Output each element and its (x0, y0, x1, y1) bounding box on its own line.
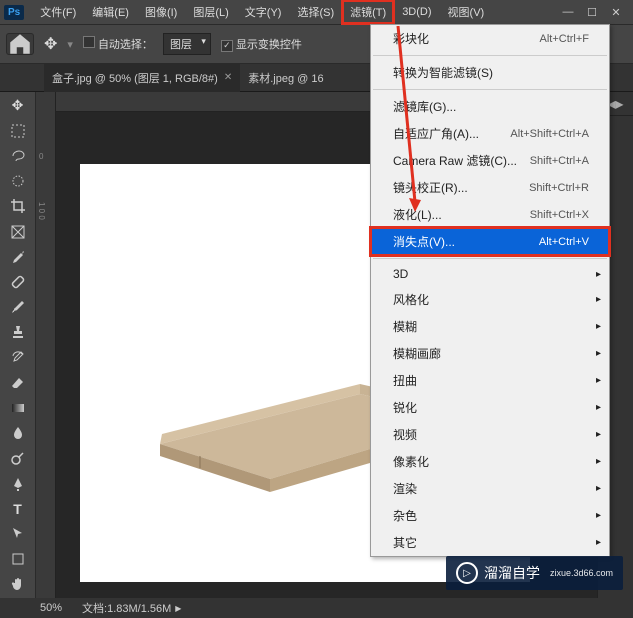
menu-pixelate[interactable]: 像素化 (371, 448, 609, 475)
menu-video[interactable]: 视频 (371, 421, 609, 448)
menu-select[interactable]: 选择(S) (289, 0, 342, 24)
menu-render[interactable]: 渲染 (371, 475, 609, 502)
menu-view[interactable]: 视图(V) (440, 0, 493, 24)
quick-select-tool[interactable] (5, 172, 31, 191)
watermark: ▷ 溜溜自学 zixue.3d66.com (446, 556, 623, 590)
pen-tool[interactable] (5, 474, 31, 493)
history-brush-tool[interactable] (5, 348, 31, 367)
menu-last-filter[interactable]: 彩块化Alt+Ctrl+F (371, 25, 609, 52)
brush-tool[interactable] (5, 298, 31, 317)
ps-logo-icon: Ps (4, 5, 24, 20)
minimize-icon[interactable]: — (561, 5, 575, 19)
menu-stylize[interactable]: 风格化 (371, 286, 609, 313)
frame-tool[interactable] (5, 222, 31, 241)
tab-active[interactable]: 盒子.jpg @ 50% (图层 1, RGB/8#) ✕ (44, 64, 240, 92)
menu-image[interactable]: 图像(I) (137, 0, 185, 24)
menu-distort[interactable]: 扭曲 (371, 367, 609, 394)
ruler-vertical: 0 1 0 0 (36, 92, 56, 598)
menu-lens-correction[interactable]: 镜头校正(R)...Shift+Ctrl+R (371, 174, 609, 201)
path-select-tool[interactable] (5, 524, 31, 543)
gradient-tool[interactable] (5, 398, 31, 417)
auto-select-checkbox[interactable]: 自动选择： (83, 36, 153, 52)
menu-filter[interactable]: 滤镜(T) (342, 0, 394, 24)
menu-sharpen[interactable]: 锐化 (371, 394, 609, 421)
menu-filter-gallery[interactable]: 滤镜库(G)... (371, 93, 609, 120)
type-tool[interactable]: T (5, 499, 31, 518)
crop-tool[interactable] (5, 197, 31, 216)
layer-select[interactable]: 图层 (163, 33, 211, 55)
healing-tool[interactable] (5, 272, 31, 291)
blur-tool[interactable] (5, 424, 31, 443)
window-controls: — ☐ ✕ (561, 5, 629, 19)
stamp-tool[interactable] (5, 323, 31, 342)
menu-blur[interactable]: 模糊 (371, 313, 609, 340)
close-icon[interactable]: ✕ (224, 72, 232, 83)
home-button[interactable] (6, 33, 34, 55)
menu-camera-raw[interactable]: Camera Raw 滤镜(C)...Shift+Ctrl+A (371, 147, 609, 174)
menu-noise[interactable]: 杂色 (371, 502, 609, 529)
status-docsize[interactable]: 文档:1.83M/1.56M▶ (82, 600, 181, 616)
watermark-title: 溜溜自学 (484, 563, 540, 583)
menu-other[interactable]: 其它 (371, 529, 609, 556)
eyedropper-tool[interactable] (5, 247, 31, 266)
watermark-url: zixue.3d66.com (550, 568, 613, 578)
toolbar: ✥ T (0, 92, 36, 598)
status-bar: 50% 文档:1.83M/1.56M▶ (0, 598, 633, 618)
menu-edit[interactable]: 编辑(E) (84, 0, 137, 24)
menu-convert-smart[interactable]: 转换为智能滤镜(S) (371, 59, 609, 86)
tab-label: 盒子.jpg @ 50% (图层 1, RGB/8#) (52, 70, 218, 86)
status-zoom[interactable]: 50% (40, 602, 62, 614)
close-icon[interactable]: ✕ (609, 5, 623, 19)
menu-adaptive-wide[interactable]: 自适应广角(A)...Alt+Shift+Ctrl+A (371, 120, 609, 147)
move-tool[interactable]: ✥ (5, 96, 31, 115)
maximize-icon[interactable]: ☐ (585, 5, 599, 19)
menu-3d[interactable]: 3D (371, 262, 609, 286)
marquee-tool[interactable] (5, 121, 31, 140)
menu-text[interactable]: 文字(Y) (237, 0, 290, 24)
hand-tool[interactable] (5, 575, 31, 594)
lasso-tool[interactable] (5, 146, 31, 165)
menu-vanishing-point[interactable]: 消失点(V)...Alt+Ctrl+V (371, 228, 609, 255)
shape-tool[interactable] (5, 550, 31, 569)
menu-blur-gallery[interactable]: 模糊画廊 (371, 340, 609, 367)
filter-menu: 彩块化Alt+Ctrl+F 转换为智能滤镜(S) 滤镜库(G)... 自适应广角… (370, 24, 610, 557)
home-icon (7, 31, 33, 57)
tab-other[interactable]: 素材.jpeg @ 16 (240, 64, 331, 92)
show-transform-checkbox[interactable]: ✓显示变换控件 (221, 36, 302, 52)
eraser-tool[interactable] (5, 373, 31, 392)
menu-3d[interactable]: 3D(D) (394, 2, 439, 22)
menu-liquify[interactable]: 液化(L)...Shift+Ctrl+X (371, 201, 609, 228)
menu-layer[interactable]: 图层(L) (185, 0, 236, 24)
menu-file[interactable]: 文件(F) (32, 0, 84, 24)
menubar: Ps 文件(F) 编辑(E) 图像(I) 图层(L) 文字(Y) 选择(S) 滤… (0, 0, 633, 24)
play-icon: ▷ (456, 562, 478, 584)
dodge-tool[interactable] (5, 449, 31, 468)
move-tool-icon: ✥ (44, 34, 57, 54)
tab-label: 素材.jpeg @ 16 (248, 70, 323, 86)
